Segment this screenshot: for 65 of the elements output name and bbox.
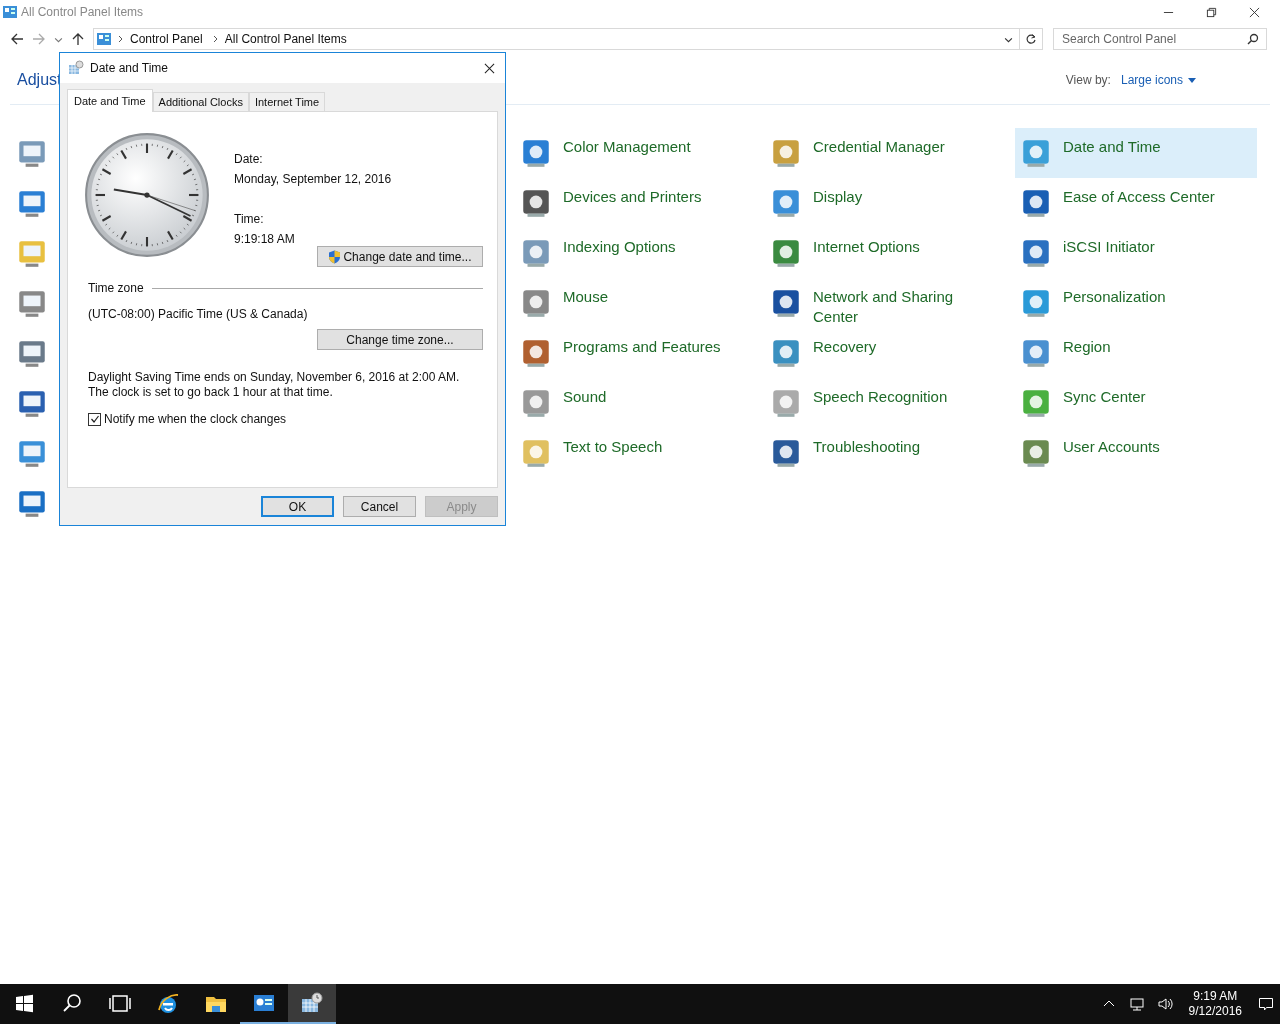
control-panel-item[interactable]: Indexing Options (515, 228, 757, 278)
dialog-button[interactable]: OK (261, 496, 334, 517)
dialog-button[interactable]: Cancel (343, 496, 416, 517)
network-icon[interactable] (1128, 996, 1145, 1012)
time-zone-value: (UTC-08:00) Pacific Time (US & Canada) (88, 307, 309, 321)
time-value: 9:19:18 AM (234, 232, 296, 246)
calendar-clock-icon (68, 60, 84, 76)
refresh-icon[interactable] (1025, 33, 1037, 45)
control-panel-item[interactable]: Sound (515, 378, 757, 428)
up-arrow-icon[interactable] (71, 32, 85, 46)
control-panel-item[interactable]: iSCSI Initiator (1015, 228, 1257, 278)
dropdown-arrow-icon (1188, 77, 1196, 83)
control-panel-item[interactable]: Sync Center (1015, 378, 1257, 428)
control-panel-item[interactable]: Network and Sharing Center (765, 278, 1007, 328)
close-icon[interactable] (484, 62, 495, 74)
time-label: Time: (234, 212, 265, 226)
tab[interactable]: Date and Time (67, 89, 153, 112)
control-panel-item[interactable]: Troubleshooting (765, 428, 1007, 478)
calendar-clock-icon (300, 991, 324, 1015)
control-panel-item[interactable]: Ease of Access Center (1015, 178, 1257, 228)
breadcrumb[interactable]: Control Panel (130, 32, 203, 46)
dst-note: Daylight Saving Time ends on Sunday, November 6, 2016 at 2:00 AM. The clock is set to go back 1 hour at that time. (88, 370, 461, 400)
taskbar-clock[interactable]: 9:19 AM 9/12/2016 (1188, 989, 1242, 1019)
control-panel-item[interactable]: Display (765, 178, 1007, 228)
window-title: All Control Panel Items (21, 5, 144, 19)
control-panel-icon (96, 31, 112, 47)
taskbar-app[interactable] (288, 984, 336, 1024)
control-panel-item[interactable]: Devices and Printers (515, 178, 757, 228)
control-panel-item[interactable]: Programs and Features (515, 328, 757, 378)
view-by-dropdown[interactable]: Large icons (1120, 73, 1196, 87)
control-panel-item[interactable]: Internet Options (765, 228, 1007, 278)
address-bar[interactable]: Control Panel All Control Panel Items (93, 28, 1043, 50)
restore-icon[interactable] (1206, 6, 1217, 18)
close-icon[interactable] (1249, 6, 1260, 18)
control-panel-item[interactable]: Date and Time (1015, 128, 1257, 178)
control-panel-item[interactable]: Region (1015, 328, 1257, 378)
breadcrumb[interactable]: All Control Panel Items (224, 32, 347, 46)
control-panel-item[interactable]: Personalization (1015, 278, 1257, 328)
control-panel-item[interactable]: Recovery (765, 328, 1007, 378)
notification-icon[interactable] (1258, 996, 1274, 1012)
change-date-time-button[interactable]: Change date and time... (317, 246, 483, 267)
control-panel-item[interactable]: User Accounts (1015, 428, 1257, 478)
control-panel-item[interactable]: Text to Speech (515, 428, 757, 478)
shield-icon (328, 249, 342, 264)
control-panel-item[interactable]: Color Management (515, 128, 757, 178)
change-time-zone-button[interactable]: Change time zone... (317, 329, 483, 350)
date-value: Monday, September 12, 2016 (234, 172, 392, 186)
notify-checkbox[interactable] (88, 412, 101, 426)
browser-e-icon (156, 992, 180, 1016)
tab[interactable]: Internet Time (248, 92, 326, 111)
date-label: Date: (234, 152, 264, 166)
speaker-icon[interactable] (1156, 996, 1173, 1012)
search-field[interactable]: Search Control Panel (1053, 28, 1267, 50)
checkbox-label: Notify me when the clock changes (104, 412, 287, 426)
dialog-title: Date and Time (90, 61, 169, 75)
control-panel-item[interactable]: Speech Recognition (765, 378, 1007, 428)
chevron-right-icon (212, 35, 219, 43)
search-icon (1247, 33, 1259, 45)
back-arrow-icon[interactable] (10, 32, 24, 46)
section-heading: Time zone (88, 281, 144, 295)
tab[interactable]: Additional Clocks (152, 92, 249, 111)
control-panel-item[interactable]: Mouse (515, 278, 757, 328)
control-panel-item[interactable]: Credential Manager (765, 128, 1007, 178)
view-by-label: View by: (1065, 73, 1111, 87)
chevron-right-icon (118, 35, 124, 43)
